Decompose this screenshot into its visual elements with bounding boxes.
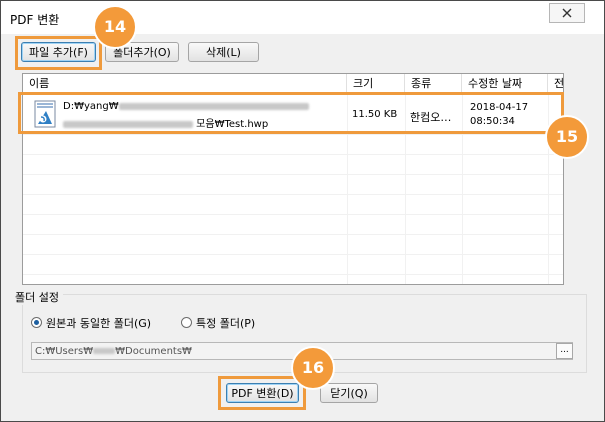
pdf-convert-dialog: PDF 변환 파일 추가(F) 폴더추가(O) 삭제(L) 이름 크기 종류 수… xyxy=(0,0,605,422)
close-icon xyxy=(562,8,572,18)
radio-same-folder-label[interactable]: 원본과 동일한 폴더(G) xyxy=(46,315,151,331)
callout-badge-16: 16 xyxy=(291,346,335,390)
close-button[interactable] xyxy=(549,3,585,23)
column-header-extra[interactable]: 전 xyxy=(548,74,563,94)
window-title: PDF 변환 xyxy=(10,13,60,27)
column-header-name[interactable]: 이름 xyxy=(23,74,347,94)
callout-highlight-add-file xyxy=(15,36,102,70)
column-header-modified[interactable]: 수정한 날짜 xyxy=(462,74,548,94)
title-bar[interactable]: PDF 변환 xyxy=(1,1,604,34)
delete-button[interactable]: 삭제(L) xyxy=(188,42,259,62)
folder-settings-label: 폴더 설정 xyxy=(11,289,63,305)
callout-highlight-convert xyxy=(218,376,306,410)
column-header-type[interactable]: 종류 xyxy=(405,74,462,94)
radio-specific-folder-label[interactable]: 특정 폴더(P) xyxy=(196,315,255,331)
browse-button[interactable]: ... xyxy=(556,343,573,359)
radio-specific-folder[interactable] xyxy=(181,317,192,328)
column-header-size[interactable]: 크기 xyxy=(347,74,405,94)
callout-highlight-file-row xyxy=(18,92,564,134)
callout-badge-15: 15 xyxy=(545,115,589,159)
redacted-username xyxy=(93,348,116,354)
radio-same-folder[interactable] xyxy=(31,317,42,328)
radio-selected-dot xyxy=(34,320,39,325)
callout-badge-14: 14 xyxy=(93,5,137,49)
close-dialog-button[interactable]: 닫기(Q) xyxy=(320,383,378,403)
